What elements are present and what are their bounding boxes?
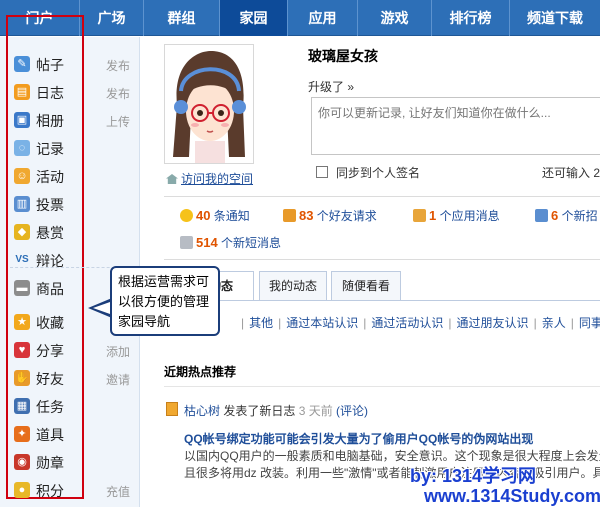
avatar[interactable] <box>164 44 254 164</box>
friends-icon: ✋ <box>14 370 30 386</box>
visit-my-space-link[interactable]: 访问我的空间 <box>166 170 253 187</box>
status-input[interactable] <box>311 97 600 155</box>
sidebar-item-blog[interactable]: ▤ 日志 发布 <box>10 79 136 105</box>
box-icon <box>413 209 426 222</box>
bulb-icon <box>180 209 193 222</box>
feed-user-link[interactable]: 枯心树 <box>184 404 220 418</box>
mail-icon <box>180 236 193 249</box>
post-icon: ✎ <box>14 56 30 72</box>
sidebar-item-label: 道具 <box>36 427 64 443</box>
points-icon: ● <box>14 482 30 498</box>
album-icon: ▣ <box>14 112 30 128</box>
reward-icon: ◆ <box>14 224 30 240</box>
sidebar-item-label: 任务 <box>36 399 64 415</box>
remaining-chars-counter: 还可输入 2 <box>542 166 600 180</box>
sidebar-action-link[interactable]: 上传 <box>106 113 130 130</box>
sidebar-item-label: 日志 <box>36 85 64 101</box>
sidebar-item-record[interactable]: ◌ 记录 <box>10 135 136 161</box>
avatar-girl-illustration <box>165 45 253 163</box>
sidebar-item-label: 辩论 <box>36 253 64 269</box>
props-icon: ✦ <box>14 426 30 442</box>
sidebar-item-task[interactable]: ▦ 任务 <box>10 393 136 419</box>
feed-item-header: 枯心树 发表了新日志 3 天前 (评论) <box>184 404 369 418</box>
site-watermark: by: 1314学习网 www.1314Study.com <box>410 466 600 506</box>
sync-signature-label: 同步到个人签名 <box>336 166 421 180</box>
sidebar-item-activity[interactable]: ☺ 活动 <box>10 163 136 189</box>
sidebar-item-label: 好友 <box>36 371 64 387</box>
filter-activity[interactable]: 通过活动认识 <box>371 316 443 330</box>
feed-comment-link[interactable]: (评论) <box>336 404 368 418</box>
tab-random-browse[interactable]: 随便看看 <box>331 271 401 301</box>
sidebar-action-link[interactable]: 发布 <box>106 57 130 74</box>
blog-entry-icon <box>166 402 178 416</box>
feed-item-title[interactable]: QQ帐号绑定功能可能会引发大量为了偷用户QQ帐号的伪网站出现 <box>184 430 533 447</box>
filter-family[interactable]: 亲人 <box>542 316 566 330</box>
tab-my-feed[interactable]: 我的动态 <box>259 271 327 301</box>
filter-friends[interactable]: 通过朋友认识 <box>457 316 529 330</box>
home-icon <box>166 174 178 184</box>
nav-item-games[interactable]: 游戏 <box>358 0 432 36</box>
sidebar-item-reward[interactable]: ◆ 悬赏 <box>10 219 136 245</box>
task-icon: ▦ <box>14 398 30 414</box>
hot-recommend-heading: 近期热点推荐 <box>164 365 237 379</box>
nav-item-apps[interactable]: 应用 <box>288 0 358 36</box>
favorite-icon: ★ <box>14 314 30 330</box>
sidebar-item-label: 记录 <box>36 141 64 157</box>
sidebar-item-medal[interactable]: ◉ 勋章 <box>10 449 136 475</box>
sidebar-item-label: 分享 <box>36 343 64 359</box>
people-icon <box>535 209 548 222</box>
feed-filter-nav: | 其他 | 通过本站认识 | 通过活动认识 | 通过朋友认识 | 亲人 | 同事 <box>236 314 600 331</box>
notice-friend-requests[interactable]: 83 个好友请求 <box>283 207 377 224</box>
sidebar-item-album[interactable]: ▣ 相册 上传 <box>10 107 136 133</box>
sidebar-item-points[interactable]: ● 积分 充值 <box>10 477 136 503</box>
notice-new-invites[interactable]: 6 个新招 <box>535 207 598 224</box>
annotation-callout: 根据运营需求可以很方便的管理家园导航 <box>110 266 220 336</box>
sidebar-item-share[interactable]: ♥ 分享 添加 <box>10 337 136 363</box>
tab-underline <box>164 300 600 301</box>
sidebar-item-label: 勋章 <box>36 455 64 471</box>
debate-icon: VS <box>15 254 29 265</box>
nav-item-channel-download[interactable]: 频道下载 <box>510 0 600 36</box>
sidebar-item-friends[interactable]: ✋ 好友 邀请 <box>10 365 136 391</box>
feed-divider <box>164 386 600 387</box>
nav-item-rankings[interactable]: 排行榜 <box>432 0 510 36</box>
poll-icon: ▥ <box>14 196 30 212</box>
sidebar-item-post[interactable]: ✎ 帖子 发布 <box>10 51 136 77</box>
sidebar-item-label: 积分 <box>36 483 64 499</box>
notice-notifications[interactable]: 40 条通知 <box>180 207 250 224</box>
profile-username: 玻璃屋女孩 <box>308 48 378 64</box>
nav-item-home[interactable]: 家园 <box>220 0 288 36</box>
sidebar-item-props[interactable]: ✦ 道具 <box>10 421 136 447</box>
sidebar-action-link[interactable]: 充值 <box>106 483 130 500</box>
blog-icon: ▤ <box>14 84 30 100</box>
filter-colleague[interactable]: 同事 <box>579 316 600 330</box>
notice-short-messages[interactable]: 514 个新短消息 <box>180 234 281 251</box>
sidebar-item-label: 收藏 <box>36 315 64 331</box>
sidebar-item-label: 活动 <box>36 169 64 185</box>
sidebar-item-label: 商品 <box>36 281 64 297</box>
sync-signature-checkbox[interactable] <box>316 166 328 178</box>
top-navigation: 门户 广场 群组 家园 应用 游戏 排行榜 频道下载 <box>0 0 600 36</box>
nav-item-plaza[interactable]: 广场 <box>80 0 144 36</box>
sidebar-item-label: 投票 <box>36 197 64 213</box>
sidebar-action-link[interactable]: 邀请 <box>106 371 130 388</box>
medal-icon: ◉ <box>14 454 30 470</box>
upgrade-link[interactable]: 升级了 » <box>308 78 354 95</box>
sidebar-item-poll[interactable]: ▥ 投票 <box>10 191 136 217</box>
filter-site[interactable]: 通过本站认识 <box>286 316 358 330</box>
share-icon: ♥ <box>14 342 30 358</box>
goods-icon: ▬ <box>14 280 30 296</box>
filter-other[interactable]: 其他 <box>249 316 273 330</box>
activity-icon: ☺ <box>14 168 30 184</box>
handshake-icon <box>283 209 296 222</box>
sidebar-action-link[interactable]: 发布 <box>106 85 130 102</box>
sidebar-action-link[interactable]: 添加 <box>106 343 130 360</box>
sidebar-item-label: 帖子 <box>36 57 64 73</box>
visit-my-space-label: 访问我的空间 <box>181 172 254 186</box>
sidebar-item-label: 相册 <box>36 113 64 129</box>
nav-item-groups[interactable]: 群组 <box>144 0 220 36</box>
record-icon: ◌ <box>14 140 30 156</box>
notice-app-messages[interactable]: 1 个应用消息 <box>413 207 500 224</box>
sidebar-item-label: 悬赏 <box>36 225 64 241</box>
